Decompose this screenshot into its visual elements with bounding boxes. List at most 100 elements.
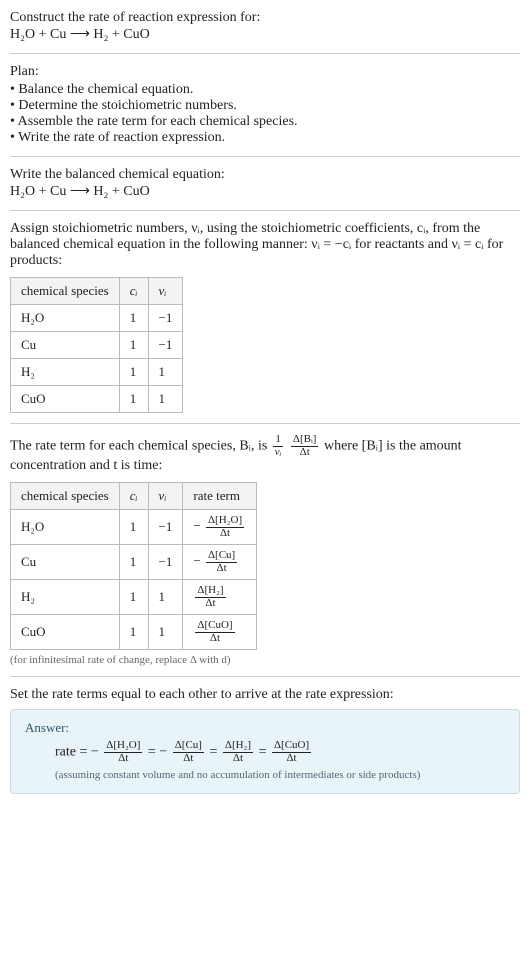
col-vi: νᵢ [148,278,183,305]
cell-v: 1 [148,615,183,650]
cell-rate: Δ[CuO] Δt [183,615,257,650]
cell-v: −1 [148,332,183,359]
cell-rate: − Δ[H₂O] Δt [183,510,257,545]
col-vi: νᵢ [148,483,183,510]
rate-frac: Δ[CuO] Δt [195,620,234,644]
rate-frac: Δ[CuO] Δt [272,740,311,764]
answer-expression: rate = − Δ[H₂O] Δt = − Δ[Cu] Δt = Δ[H₂] … [55,740,505,764]
cell-species: H₂ [11,359,120,386]
col-rate: rate term [183,483,257,510]
divider [10,210,520,211]
term-sign: − [91,745,99,760]
table-row: CuO 1 1 [11,386,183,413]
table-row: H₂ 1 1 [11,359,183,386]
divider [10,53,520,54]
col-vi-text: νᵢ [159,283,167,298]
cell-species: CuO [11,386,120,413]
balanced-equation: H₂O + Cu ⟶ H₂ + CuO [10,183,520,200]
frac-den-text: νᵢ [275,446,282,458]
cell-species: CuO [11,615,120,650]
balanced-section: Write the balanced chemical equation: H₂… [10,167,520,200]
divider [10,423,520,424]
rateterm-note: (for infinitesimal rate of change, repla… [10,654,520,666]
plan-item: Write the rate of reaction expression. [10,130,520,146]
col-ci-text: cᵢ [130,283,138,298]
plan-item: Assemble the rate term for each chemical… [10,114,520,130]
frac-den: Δt [272,753,311,765]
divider [10,156,520,157]
term-sign: − [159,745,167,760]
rate-frac: Δ[H₂] Δt [195,585,225,609]
rate-sign: − [193,553,200,568]
answer-box: Answer: rate = − Δ[H₂O] Δt = − Δ[Cu] Δt … [10,709,520,793]
frac-den: Δt [223,753,253,765]
table-row: CuO 1 1 Δ[CuO] Δt [11,615,257,650]
frac-den: Δt [173,753,204,765]
cell-c: 1 [119,332,148,359]
plan-item: Determine the stoichiometric numbers. [10,98,520,114]
divider [10,676,520,677]
frac-den: Δt [291,447,319,459]
frac-num: Δ[Cu] [206,550,237,563]
frac-den: νᵢ [273,447,284,459]
header-equation: H₂O + Cu ⟶ H₂ + CuO [10,26,520,43]
cell-species: H₂ [11,580,120,615]
cell-c: 1 [119,580,148,615]
col-ci-text: cᵢ [130,488,138,503]
frac-den: Δt [195,633,234,645]
cell-v: 1 [148,580,183,615]
final-section: Set the rate terms equal to each other t… [10,687,520,793]
table-row: H₂O 1 −1 − Δ[H₂O] Δt [11,510,257,545]
cell-species: Cu [11,545,120,580]
stoich-section: Assign stoichiometric numbers, νᵢ, using… [10,221,520,413]
plan-heading: Plan: [10,64,520,80]
cell-c: 1 [119,545,148,580]
rateterm-frac-1: 1 νᵢ [273,434,284,458]
table-header-row: chemical species cᵢ νᵢ [11,278,183,305]
rateterm-intro-prefix: The rate term for each chemical species,… [10,438,271,453]
cell-v: −1 [148,305,183,332]
cell-c: 1 [119,615,148,650]
cell-v: −1 [148,510,183,545]
col-species: chemical species [11,278,120,305]
final-heading: Set the rate terms equal to each other t… [10,687,520,703]
header: Construct the rate of reaction expressio… [10,10,520,43]
rate-frac: Δ[Cu] Δt [173,740,204,764]
answer-assumption: (assuming constant volume and no accumul… [55,769,505,781]
cell-v: 1 [148,386,183,413]
plan-item: Balance the chemical equation. [10,82,520,98]
rateterm-section: The rate term for each chemical species,… [10,434,520,666]
cell-c: 1 [119,359,148,386]
frac-num: Δ[Bᵢ] [291,434,319,447]
rate-sign: − [193,518,200,533]
balanced-heading: Write the balanced chemical equation: [10,167,520,183]
stoich-intro: Assign stoichiometric numbers, νᵢ, using… [10,221,520,269]
cell-c: 1 [119,386,148,413]
cell-rate: Δ[H₂] Δt [183,580,257,615]
col-ci: cᵢ [119,483,148,510]
col-ci: cᵢ [119,278,148,305]
stoich-table: chemical species cᵢ νᵢ H₂O 1 −1 Cu 1 −1 … [10,277,183,413]
cell-v: 1 [148,359,183,386]
frac-num: Δ[H₂] [195,585,225,598]
table-row: Cu 1 −1 − Δ[Cu] Δt [11,545,257,580]
cell-species: Cu [11,332,120,359]
table-row: Cu 1 −1 [11,332,183,359]
rate-frac: Δ[H₂] Δt [223,740,253,764]
frac-den: Δt [206,563,237,575]
rate-prefix: rate = [55,745,91,760]
rateterm-table: chemical species cᵢ νᵢ rate term H₂O 1 −… [10,482,257,650]
col-vi-text: νᵢ [159,488,167,503]
cell-c: 1 [119,510,148,545]
plan-section: Plan: Balance the chemical equation. Det… [10,64,520,146]
frac-num: Δ[H₂O] [206,515,244,528]
table-header-row: chemical species cᵢ νᵢ rate term [11,483,257,510]
rate-frac: Δ[H₂O] Δt [206,515,244,539]
cell-species: H₂O [11,510,120,545]
col-species: chemical species [11,483,120,510]
rate-frac: Δ[Cu] Δt [206,550,237,574]
frac-den: Δt [206,528,244,540]
frac-den: Δt [104,753,142,765]
table-row: H₂O 1 −1 [11,305,183,332]
cell-rate: − Δ[Cu] Δt [183,545,257,580]
